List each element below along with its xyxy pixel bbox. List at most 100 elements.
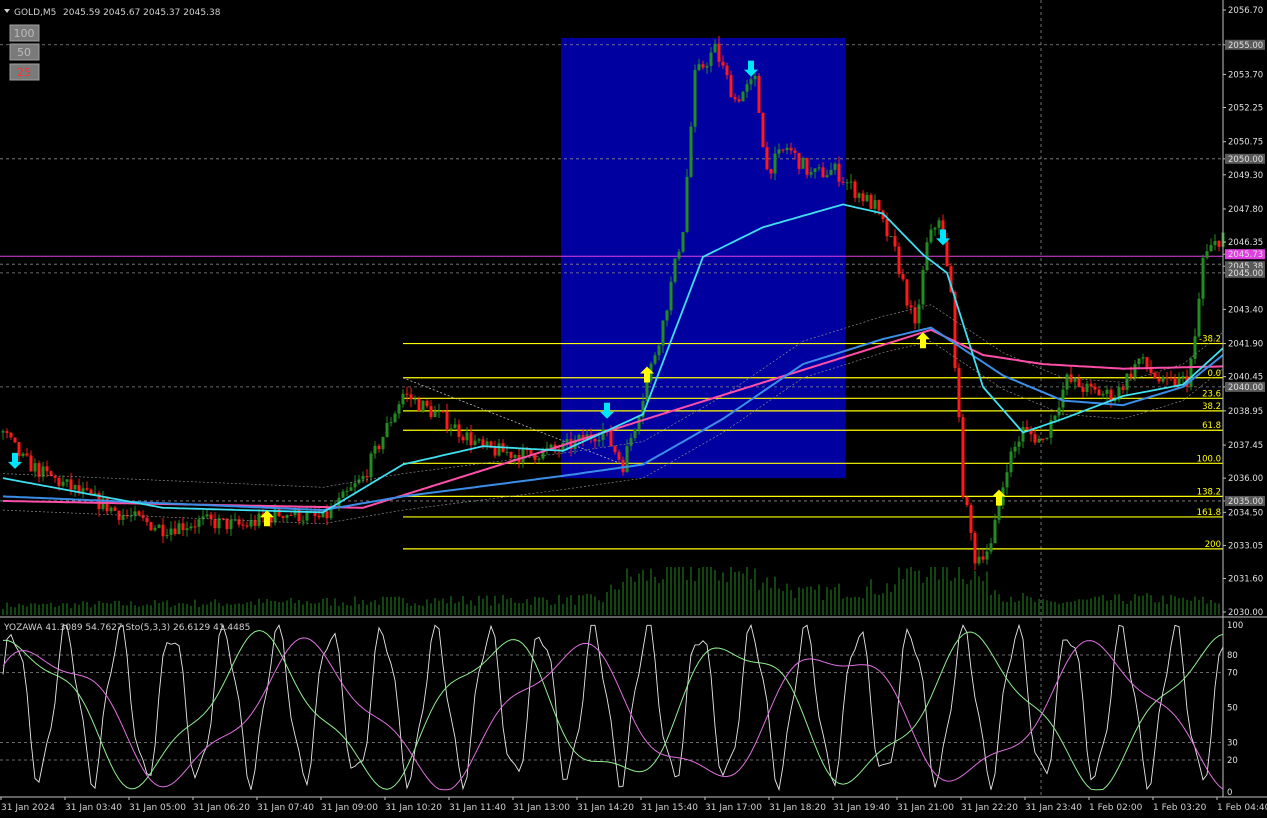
candle-body	[1153, 372, 1157, 379]
candle-body	[705, 65, 709, 68]
time-tick-label: 1 Feb 03:20	[1153, 803, 1207, 813]
candle-body	[1081, 387, 1085, 392]
candle-body	[421, 400, 425, 411]
candle-body	[1085, 383, 1089, 392]
candle-body	[997, 505, 1001, 520]
candle-body	[349, 487, 353, 491]
candle-body	[325, 511, 329, 519]
candle-body	[689, 126, 693, 177]
zoom-button-25[interactable]: 25	[9, 63, 40, 81]
candle-body	[1157, 378, 1161, 382]
candle-body	[1045, 437, 1049, 440]
candle-body	[945, 239, 949, 267]
candle-body	[697, 64, 701, 71]
candle-body	[437, 411, 441, 413]
candle-body	[909, 305, 913, 308]
candle-body	[913, 307, 917, 324]
price-tick-label: 2043.40	[1228, 305, 1263, 315]
ohlc-readout: 2045.59 2045.67 2045.37 2045.38	[63, 8, 221, 18]
candle-body	[197, 519, 201, 527]
candle-body	[1005, 472, 1009, 488]
candle-body	[677, 251, 681, 259]
candle-body	[669, 281, 673, 311]
candle-body	[633, 429, 637, 439]
candle-body	[513, 454, 517, 458]
candle-body	[485, 441, 489, 446]
candle-body	[821, 167, 825, 178]
price-tick-label: 2036.00	[1228, 474, 1263, 484]
candle-body	[409, 394, 413, 400]
candle-body	[937, 220, 941, 228]
time-tick-label: 31 Jan 23:40	[1025, 803, 1082, 813]
time-tick-label: 31 Jan 13:00	[513, 803, 570, 813]
candle-body	[981, 556, 985, 560]
candle-body	[469, 432, 473, 446]
candle-body	[509, 451, 513, 458]
time-tick-label: 31 Jan 21:00	[897, 803, 954, 813]
candle-body	[137, 511, 141, 516]
time-tick-label: 31 Jan 2024	[1, 803, 55, 813]
candle-body	[757, 75, 761, 113]
candle-body	[685, 176, 689, 233]
price-tick-label: 2030.00	[1228, 608, 1263, 618]
oscillator-level-label: 30	[1227, 739, 1238, 749]
price-tick-label: 2050.75	[1228, 138, 1263, 148]
candle-body	[781, 149, 785, 151]
fib-level-label: 38.2	[1202, 402, 1221, 412]
candle-body	[969, 505, 973, 533]
candle-body	[229, 519, 233, 530]
candle-body	[673, 258, 677, 282]
candle-body	[929, 229, 933, 243]
price-tick-label: 2050.00	[1228, 155, 1263, 165]
candle-body	[53, 476, 57, 478]
candle-body	[729, 75, 733, 98]
candle-body	[257, 513, 261, 526]
candle-body	[157, 524, 161, 528]
candle-body	[177, 523, 181, 535]
candle-body	[1205, 251, 1209, 258]
svg-text:100: 100	[14, 27, 35, 40]
time-tick-label: 31 Jan 15:40	[641, 803, 698, 813]
candle-body	[13, 437, 17, 443]
candle-body	[717, 43, 721, 62]
candle-body	[653, 355, 657, 364]
candle-body	[1133, 364, 1137, 378]
candle-body	[897, 246, 901, 275]
candle-body	[621, 459, 625, 473]
candle-body	[889, 236, 893, 238]
candle-body	[341, 491, 345, 498]
candle-body	[637, 416, 641, 430]
oscillator-level-label: 100	[1227, 621, 1243, 631]
candle-body	[893, 236, 897, 247]
candle-body	[1181, 376, 1185, 378]
candle-body	[73, 485, 77, 490]
candle-body	[1033, 434, 1037, 443]
candle-body	[1209, 245, 1213, 252]
svg-text:25: 25	[17, 66, 31, 79]
candle-body	[1057, 407, 1061, 416]
candle-body	[965, 496, 969, 506]
candle-body	[749, 79, 753, 85]
zoom-button-50[interactable]: 50	[9, 43, 40, 61]
candle-body	[617, 452, 621, 460]
candle-body	[1089, 383, 1093, 387]
zoom-button-100[interactable]: 100	[9, 24, 40, 42]
time-tick-label: 31 Jan 11:40	[449, 803, 506, 813]
candle-body	[537, 458, 541, 460]
price-tick-label: 2038.95	[1228, 407, 1263, 417]
candle-body	[433, 411, 437, 418]
candle-body	[133, 511, 137, 516]
candle-body	[493, 447, 497, 456]
candle-body	[741, 91, 745, 102]
candle-body	[661, 320, 665, 346]
candle-body	[1145, 357, 1149, 368]
candle-body	[645, 380, 649, 402]
candle-body	[317, 515, 321, 518]
candle-body	[761, 112, 765, 148]
price-tick-label: 2047.80	[1228, 205, 1263, 215]
price-chart[interactable]: -38.20.023.638.261.8100.0138.2161.8200 2…	[0, 0, 1267, 818]
candle-body	[65, 479, 69, 482]
candle-body	[533, 454, 537, 460]
candle-body	[465, 432, 469, 441]
candle-body	[389, 422, 393, 424]
